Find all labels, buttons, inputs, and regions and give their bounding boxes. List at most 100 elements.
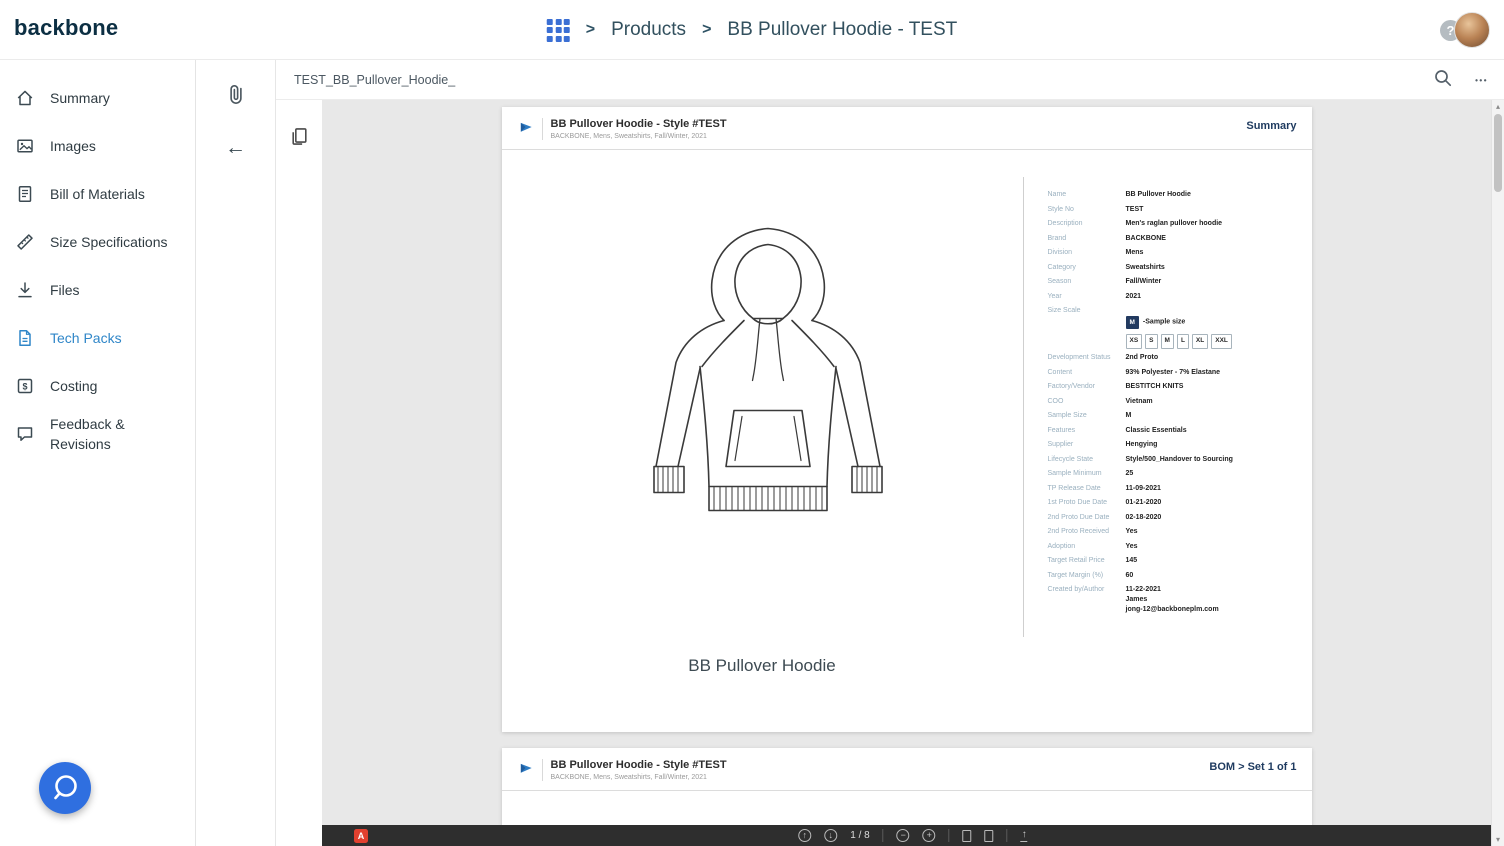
sample-size-chip: M: [1125, 316, 1139, 329]
size-box: XL: [1191, 333, 1209, 349]
property-label: Division: [1047, 249, 1073, 256]
file-viewer: TEST_BB_Pullover_Hoodie_ ••• BB Pullover…: [276, 60, 1504, 846]
doc-title: BB Pullover Hoodie - Style #TEST: [550, 118, 727, 130]
doc-title-block: BB Pullover Hoodie - Style #TEST BACKBON…: [541, 118, 727, 140]
sidebar-item-tech-packs[interactable]: Tech Packs: [0, 314, 195, 362]
doc-header: BB Pullover Hoodie - Style #TEST BACKBON…: [501, 107, 1312, 150]
property-value: Classic Essentials: [1125, 426, 1187, 434]
zoom-out-button[interactable]: −: [896, 829, 910, 842]
pages-panel-icon[interactable]: [289, 126, 310, 152]
property-row: Content 93% Polyester - 7% Elastane: [1048, 368, 1304, 378]
viewer-actions: •••: [1433, 60, 1488, 100]
doc-header: BB Pullover Hoodie - Style #TEST BACKBON…: [501, 748, 1312, 791]
scroll-down-arrow-icon[interactable]: ▾: [1492, 835, 1504, 844]
property-label: Size Scale: [1047, 307, 1081, 314]
property-label: Lifecycle State: [1047, 455, 1094, 463]
support-chat-button[interactable]: [39, 762, 91, 814]
property-row: Target Retail Price 145: [1048, 556, 1304, 566]
property-label: Name: [1047, 191, 1067, 198]
sidebar-item-size-specifications[interactable]: Size Specifications: [0, 218, 195, 266]
property-value: TEST: [1125, 205, 1144, 213]
property-row: Lifecycle State Style/500_Handover to So…: [1048, 455, 1304, 465]
property-value: M: [1125, 412, 1132, 419]
doc-subtitle: BACKBONE, Mens, Sweatshirts, Fall/Winter…: [550, 133, 707, 140]
property-label: Development Status: [1047, 354, 1111, 361]
app-root: backbone > Products > BB Pullover Hoodie…: [0, 0, 1504, 846]
size-scale-value: M -Sample size: [1125, 306, 1298, 329]
sidebar-item-files[interactable]: Files: [0, 266, 195, 314]
property-label: Year: [1047, 292, 1062, 300]
toolbar-divider: [948, 829, 950, 842]
property-row: Sample Minimum 25: [1048, 469, 1304, 479]
download-icon: [15, 280, 35, 300]
property-value: 02-18-2020: [1125, 513, 1162, 521]
paperclip-icon[interactable]: [224, 82, 248, 113]
vertical-scrollbar[interactable]: ▴ ▾: [1491, 100, 1504, 846]
size-range: XS S M L XL XXL: [1125, 333, 1232, 349]
size-box: XS: [1125, 333, 1143, 349]
property-value: Fall/Winter: [1125, 278, 1162, 285]
share-button[interactable]: ↑: [1020, 829, 1028, 842]
size-box: XXL: [1211, 333, 1232, 349]
previous-page-button[interactable]: ↑: [798, 829, 812, 842]
backbone-logo[interactable]: backbone: [14, 15, 118, 41]
zoom-in-button[interactable]: +: [922, 829, 936, 842]
hoodie-sketch: [652, 227, 883, 512]
fit-width-button[interactable]: [984, 829, 994, 842]
svg-text:$: $: [22, 381, 27, 391]
backbone-mark-icon: [519, 761, 534, 781]
doc-section-label: BOM > Set 1 of 1: [1209, 761, 1297, 773]
pdf-page-summary: BB Pullover Hoodie - Style #TEST BACKBON…: [501, 107, 1312, 732]
property-label: Category: [1047, 263, 1076, 271]
fit-page-button[interactable]: [962, 829, 972, 842]
breadcrumb-current-product: BB Pullover Hoodie - TEST: [727, 19, 958, 40]
more-options-icon[interactable]: •••: [1475, 76, 1488, 85]
property-value: 25: [1125, 470, 1134, 477]
property-row: Development Status 2nd Proto: [1048, 353, 1304, 363]
scroll-up-arrow-icon[interactable]: ▴: [1492, 102, 1504, 111]
doc-subtitle: BACKBONE, Mens, Sweatshirts, Fall/Winter…: [550, 774, 707, 781]
next-page-button[interactable]: ↓: [824, 829, 838, 842]
property-label: 1st Proto Due Date: [1047, 499, 1108, 506]
sidebar-item-images[interactable]: Images: [0, 122, 195, 170]
sidebar-item-label: Images: [50, 137, 96, 154]
property-label: Created by/Author: [1047, 586, 1105, 593]
adobe-acrobat-icon[interactable]: A: [354, 829, 368, 843]
property-label: 2nd Proto Due Date: [1047, 513, 1110, 521]
property-value: 60: [1125, 571, 1134, 579]
property-value: 01-21-2020: [1125, 499, 1162, 506]
property-row: Created by/Author 11-22-2021 James jong-…: [1048, 585, 1304, 615]
property-row: Year 2021: [1048, 292, 1304, 302]
chevron-right-icon: >: [702, 21, 712, 38]
size-box: S: [1145, 333, 1158, 349]
property-row: Sample Size M: [1048, 411, 1304, 421]
property-row: Factory/Vendor BESTITCH KNITS: [1048, 382, 1304, 392]
sidebar-item-bill-of-materials[interactable]: Bill of Materials: [0, 170, 195, 218]
sidebar-item-feedback-revisions[interactable]: Feedback & Revisions: [0, 410, 195, 459]
top-header: backbone > Products > BB Pullover Hoodie…: [0, 0, 1504, 60]
property-value: Style/500_Handover to Sourcing: [1125, 455, 1233, 463]
size-box: L: [1176, 333, 1189, 349]
property-label: Season: [1047, 278, 1072, 285]
sidebar-item-costing[interactable]: $ Costing: [0, 362, 195, 410]
sidebar-item-summary[interactable]: Summary: [0, 74, 195, 122]
collapse-left-icon[interactable]: ←: [225, 137, 246, 158]
property-value: 145: [1125, 557, 1138, 564]
property-row: Target Margin (%) 60: [1048, 571, 1304, 581]
property-label: Supplier: [1047, 441, 1074, 448]
doc-section-label: Summary: [1246, 120, 1297, 132]
property-value: 93% Polyester - 7% Elastane: [1125, 368, 1221, 376]
app-grid-icon[interactable]: [546, 18, 570, 42]
user-avatar[interactable]: [1454, 12, 1490, 48]
breadcrumb-products[interactable]: Products: [611, 19, 686, 41]
property-row: Style No TEST: [1048, 205, 1304, 215]
property-label: Target Retail Price: [1047, 557, 1105, 564]
file-tab[interactable]: TEST_BB_Pullover_Hoodie_: [294, 60, 455, 100]
document-icon: [15, 328, 35, 348]
scrollbar-thumb[interactable]: [1494, 114, 1502, 192]
property-row: Category Sweatshirts: [1048, 263, 1304, 273]
search-icon[interactable]: [1433, 68, 1453, 93]
pages-scroll-region[interactable]: BB Pullover Hoodie - Style #TEST BACKBON…: [322, 100, 1491, 846]
toolbar-divider: [1006, 829, 1008, 842]
property-value: Yes: [1125, 542, 1138, 550]
